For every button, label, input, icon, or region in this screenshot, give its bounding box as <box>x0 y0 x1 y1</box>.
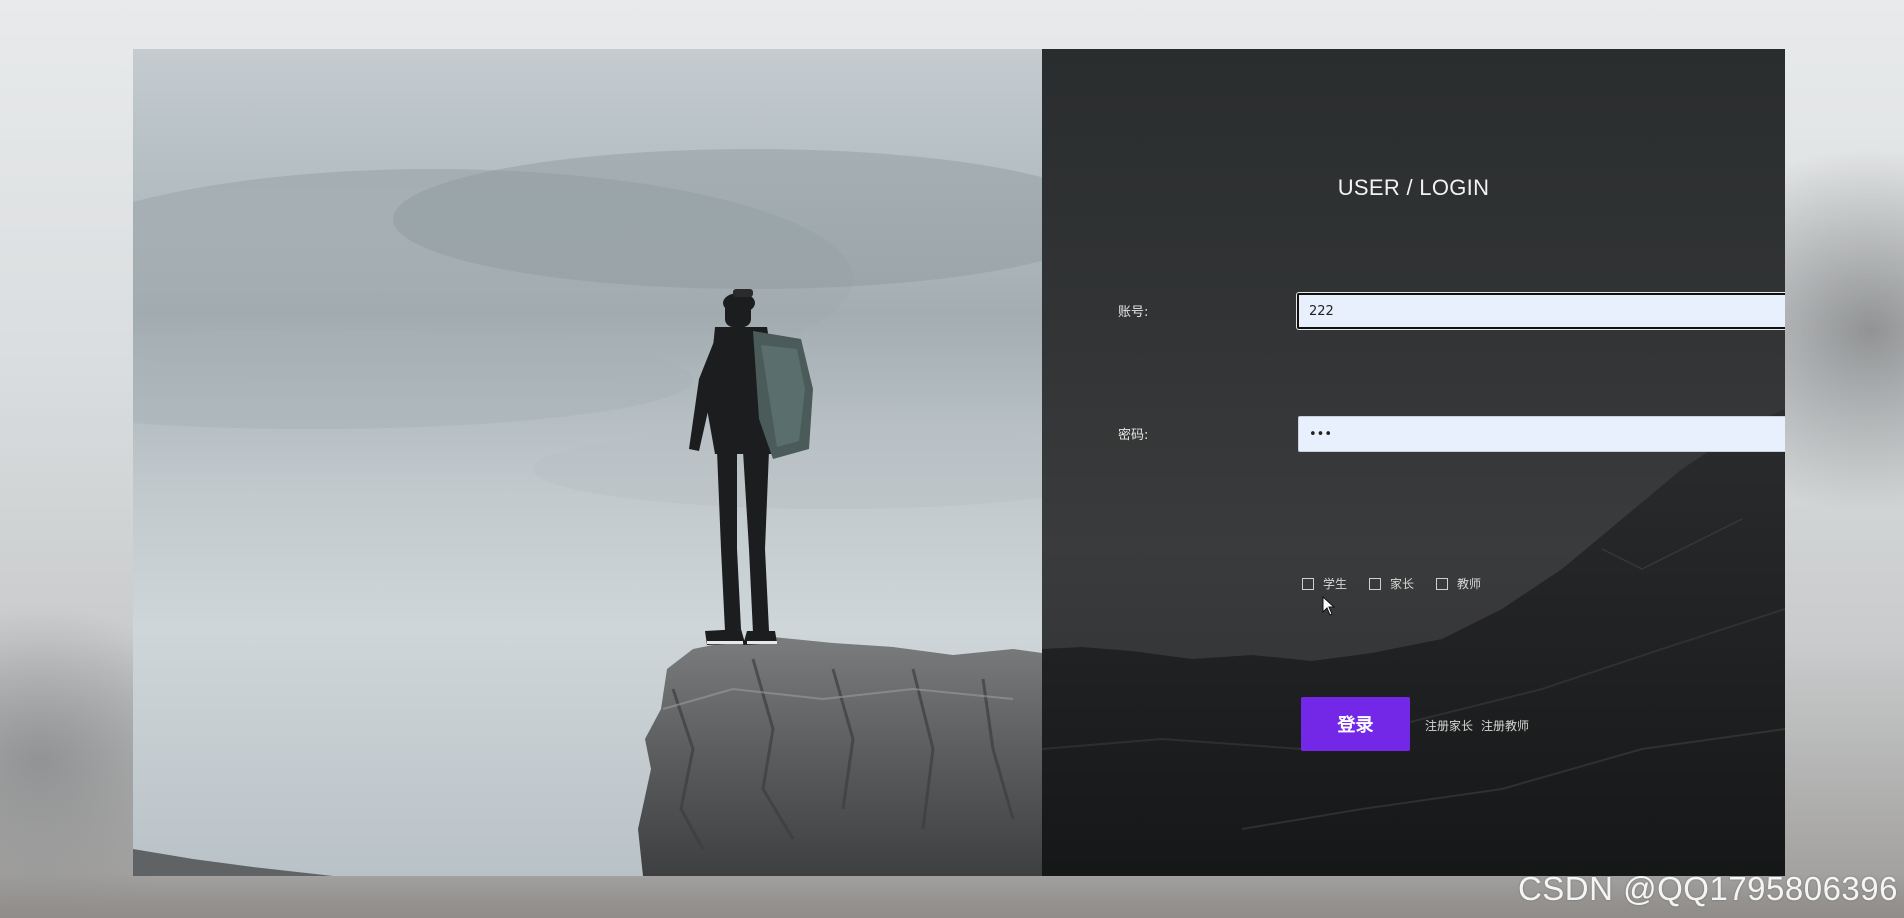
hero-photo <box>133 49 1042 876</box>
account-label: 账号: <box>1118 305 1149 320</box>
account-input[interactable] <box>1297 293 1785 329</box>
role-parent[interactable]: 家长 <box>1369 575 1414 592</box>
role-options: 学生 家长 教师 <box>1302 575 1481 592</box>
login-title: USER / LOGIN <box>1337 175 1490 200</box>
password-input[interactable] <box>1298 416 1785 452</box>
register-parent-link[interactable]: 注册家长 <box>1425 717 1473 734</box>
login-card: USER / LOGIN 账号: 密码: 学生 家长 教师 登录 注册家长 注册… <box>133 49 1785 876</box>
role-teacher[interactable]: 教师 <box>1436 575 1481 592</box>
role-student[interactable]: 学生 <box>1302 575 1347 592</box>
role-label: 家长 <box>1390 577 1415 591</box>
login-button[interactable]: 登录 <box>1301 697 1410 751</box>
mouse-cursor-icon <box>1322 596 1336 616</box>
checkbox-icon[interactable] <box>1369 577 1382 590</box>
checkbox-icon[interactable] <box>1436 577 1449 590</box>
watermark: CSDN @QQ1795806396 <box>1517 870 1898 907</box>
role-label: 学生 <box>1323 577 1348 591</box>
login-panel: USER / LOGIN 账号: 密码: 学生 家长 教师 登录 注册家长 注册… <box>1042 49 1785 876</box>
password-label: 密码: <box>1118 428 1149 443</box>
register-teacher-link[interactable]: 注册教师 <box>1481 717 1529 734</box>
role-label: 教师 <box>1457 577 1482 591</box>
checkbox-icon[interactable] <box>1302 577 1314 590</box>
register-links: 注册家长 注册教师 <box>1425 717 1529 734</box>
